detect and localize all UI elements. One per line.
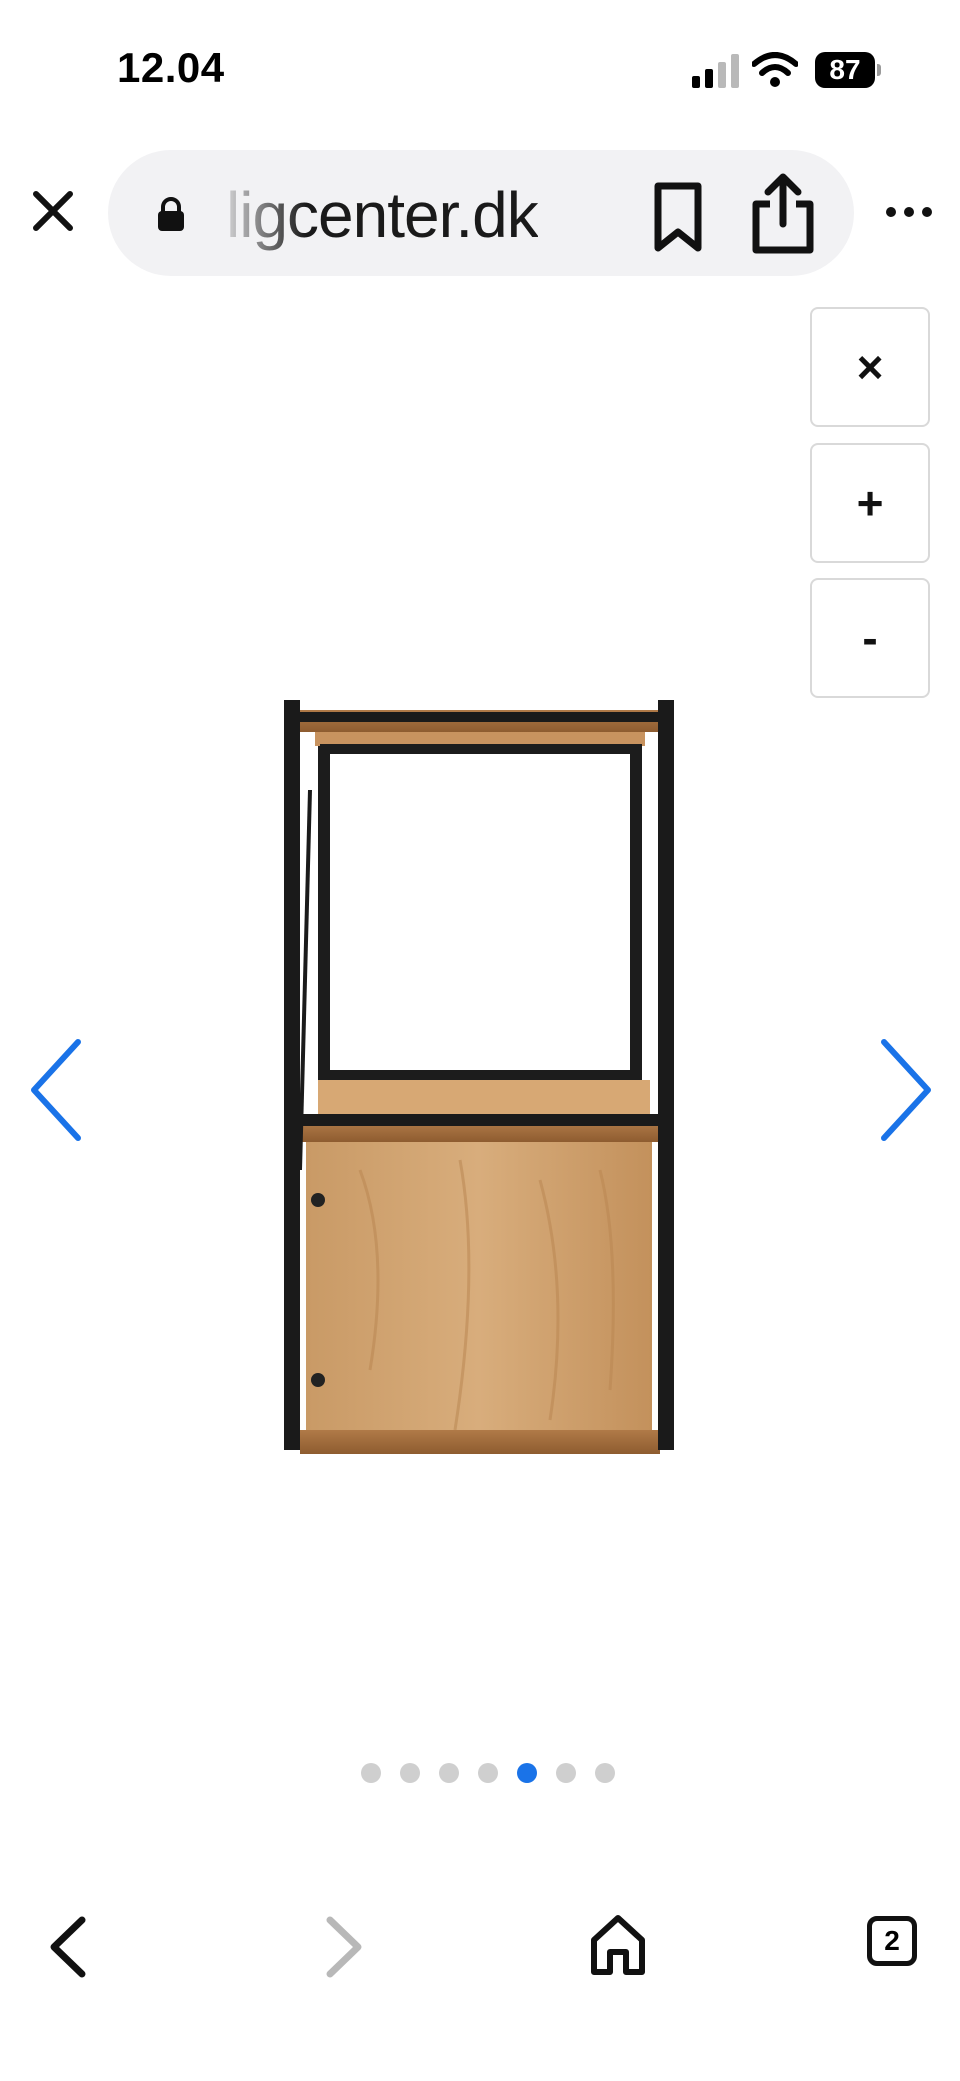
lock-icon [158, 197, 184, 231]
bookmark-icon[interactable] [648, 182, 708, 252]
chevron-right-icon[interactable] [870, 1030, 940, 1150]
close-icon[interactable] [28, 186, 78, 236]
pagination-dot[interactable] [399, 1763, 420, 1783]
forward-icon [326, 1916, 362, 1978]
wifi-icon [752, 52, 798, 87]
browser-toolbar: 2 [0, 1890, 960, 2081]
address-bar[interactable]: ligcenter.dk [108, 150, 854, 276]
home-icon[interactable] [588, 1910, 648, 1980]
product-image [284, 700, 674, 1454]
battery-indicator: 87 [815, 52, 881, 88]
pagination-dot[interactable] [438, 1763, 459, 1783]
back-icon[interactable] [44, 1912, 94, 1982]
battery-tip [877, 64, 881, 76]
pagination-dot[interactable] [360, 1763, 381, 1783]
chevron-left-icon[interactable] [22, 1030, 92, 1150]
more-options-icon[interactable] [884, 200, 934, 224]
cellular-signal-icon [692, 54, 739, 88]
pagination-dot[interactable] [477, 1763, 498, 1783]
gallery-pagination [0, 1763, 960, 1787]
status-time: 12.04 [117, 44, 225, 91]
pagination-dot[interactable] [555, 1763, 576, 1783]
url-text[interactable]: ligcenter.dk [226, 178, 539, 252]
pagination-dot-active[interactable] [516, 1763, 537, 1783]
battery-percent: 87 [815, 52, 875, 88]
pagination-dot[interactable] [594, 1763, 615, 1783]
image-gallery[interactable] [0, 300, 960, 1800]
tabs-button[interactable]: 2 [867, 1916, 917, 1966]
status-bar: 12.04 87 [0, 0, 960, 140]
share-icon[interactable] [748, 172, 818, 256]
